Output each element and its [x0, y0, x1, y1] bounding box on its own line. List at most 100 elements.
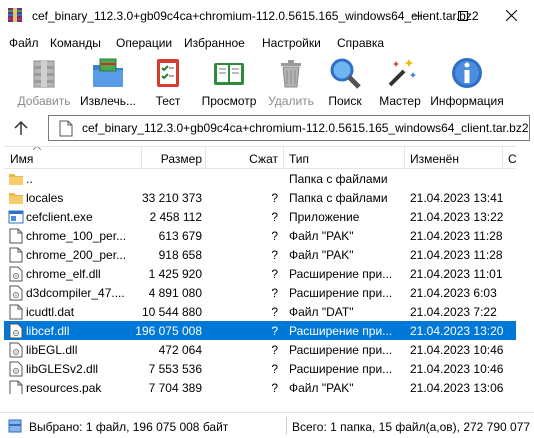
- file-name: chrome_elf.dll: [26, 267, 101, 281]
- maximize-button[interactable]: [440, 0, 486, 31]
- file-row[interactable]: .. Папка с файлами: [4, 169, 516, 188]
- column-modified[interactable]: Изменён: [410, 152, 459, 166]
- file-size: 196 075 008: [135, 324, 202, 338]
- extract-button[interactable]: Извлечь...: [78, 55, 138, 111]
- file-row[interactable]: libcef.dll 196 075 008? Расширение при... 2…: [4, 321, 516, 340]
- file-packed: ?: [271, 248, 278, 262]
- status-selection: Выбрано: 1 файл, 196 075 008 байт: [29, 420, 229, 434]
- file-packed: ?: [271, 381, 278, 394]
- file-packed: ?: [271, 210, 278, 224]
- wizard-button[interactable]: Мастер: [376, 55, 424, 111]
- sort-ascending-icon: [33, 147, 41, 150]
- find-button[interactable]: Поиск: [324, 55, 366, 111]
- file-list[interactable]: Имя Размер Сжат Тип Изменён C .. Папка с …: [4, 146, 516, 394]
- file-row[interactable]: cefclient.exe 2 458 112? Приложение 21.04.2…: [4, 207, 516, 226]
- view-button[interactable]: Просмотр: [198, 55, 260, 111]
- file-modified: 21.04.2023 13:41: [410, 191, 504, 205]
- file-row[interactable]: resources.pak 7 704 389? Файл "PAK" 21.04.2…: [4, 378, 516, 394]
- view-label: Просмотр: [201, 94, 257, 108]
- address-field[interactable]: cef_binary_112.3.0+gb09c4ca+chromium-112…: [48, 115, 530, 141]
- column-separator[interactable]: [404, 147, 405, 169]
- column-separator[interactable]: [141, 147, 142, 169]
- file-size: 472 064: [158, 343, 202, 357]
- file-type: Расширение при...: [289, 324, 393, 338]
- close-icon: [505, 10, 517, 21]
- file-packed: ?: [271, 305, 278, 319]
- status-total: Всего: 1 папка, 15 файл(а,ов), 272 790 0…: [292, 420, 531, 434]
- file-size: 1 425 920: [148, 267, 202, 281]
- file-row[interactable]: d3dcompiler_47.... 4 891 080? Расширение п…: [4, 283, 516, 302]
- file-packed: ?: [271, 324, 278, 338]
- file-modified: 21.04.2023 6:03: [410, 286, 497, 300]
- file-row[interactable]: chrome_200_per... 918 658? Файл "PAK" 21.04…: [4, 245, 516, 264]
- column-crc[interactable]: C: [508, 152, 516, 166]
- file-packed: ?: [271, 267, 278, 281]
- column-type[interactable]: Тип: [289, 152, 309, 166]
- extract-label: Извлечь...: [79, 94, 136, 108]
- file-type: Расширение при...: [289, 343, 393, 357]
- extract-folder-icon: [93, 58, 123, 87]
- menu-commands[interactable]: Команды: [50, 34, 101, 50]
- file-modified: 21.04.2023 11:28: [410, 248, 503, 262]
- view-book-icon: [214, 63, 244, 85]
- menu-bar: Файл Команды Операции Избранное Настройк…: [0, 31, 534, 51]
- archive-add-icon: [33, 60, 55, 88]
- minimize-button[interactable]: [394, 0, 440, 31]
- column-size[interactable]: Размер: [161, 152, 202, 166]
- winrar-app-icon: [8, 8, 22, 22]
- column-name[interactable]: Имя: [10, 152, 33, 166]
- file-name: chrome_200_per...: [26, 248, 127, 262]
- horizontal-scrollbar[interactable]: [4, 394, 516, 411]
- column-separator[interactable]: [205, 147, 206, 169]
- up-arrow-icon[interactable]: [12, 119, 30, 137]
- file-row[interactable]: libGLESv2.dll 7 553 536? Расширение при...…: [4, 359, 516, 378]
- close-button[interactable]: [488, 0, 534, 31]
- file-row[interactable]: chrome_100_per... 613 679? Файл "PAK" 21.04…: [4, 226, 516, 245]
- file-modified: 21.04.2023 10:46: [410, 343, 504, 357]
- menu-operations[interactable]: Операции: [116, 34, 172, 50]
- file-row[interactable]: locales 33 210 373? Папка с файлами 21.04.2…: [4, 188, 516, 207]
- folder-up-icon: [9, 174, 23, 185]
- file-modified: 21.04.2023 11:28: [410, 229, 503, 243]
- file-size: 918 658: [158, 248, 202, 262]
- address-path: cef_binary_112.3.0+gb09c4ca+chromium-112…: [82, 121, 529, 135]
- file-name: libcef.dll: [26, 324, 70, 338]
- column-separator[interactable]: [283, 147, 284, 169]
- file-row[interactable]: chrome_elf.dll 1 425 920? Расширение при..…: [4, 264, 516, 283]
- file-type: Файл "PAK": [289, 381, 354, 394]
- add-button[interactable]: Добавить: [16, 55, 72, 111]
- folder-icon: [9, 193, 23, 204]
- info-button[interactable]: Информация: [428, 55, 506, 111]
- test-button[interactable]: Тест: [146, 55, 190, 111]
- wizard-label: Мастер: [379, 94, 421, 108]
- file-packed: ?: [271, 343, 278, 357]
- file-type: Расширение при...: [289, 362, 393, 376]
- menu-favorites[interactable]: Избранное: [184, 34, 245, 50]
- dll-icon: [9, 342, 23, 358]
- minimize-icon: [412, 15, 422, 16]
- file-type: Файл "PAK": [289, 248, 354, 262]
- column-packed[interactable]: Сжат: [249, 152, 278, 166]
- magic-wand-icon: [388, 59, 416, 87]
- file-row[interactable]: icudtl.dat 10 544 880? Файл "DAT" 21.04.202…: [4, 302, 516, 321]
- file-row[interactable]: libEGL.dll 472 064? Расширение при... 21.04…: [4, 340, 516, 359]
- delete-button[interactable]: Удалить: [266, 55, 316, 111]
- file-type: Приложение: [289, 210, 360, 224]
- menu-settings[interactable]: Настройки: [262, 34, 321, 50]
- menu-help[interactable]: Справка: [337, 34, 384, 50]
- file-modified: 21.04.2023 7:22: [410, 305, 497, 319]
- file-type: Расширение при...: [289, 286, 393, 300]
- vertical-scrollbar[interactable]: [518, 146, 530, 394]
- document-icon: [59, 120, 73, 137]
- status-bar: Выбрано: 1 файл, 196 075 008 байт Всего:…: [0, 412, 534, 438]
- file-packed: ?: [271, 362, 278, 376]
- menu-file[interactable]: Файл: [9, 34, 39, 50]
- info-label: Информация: [430, 94, 504, 108]
- add-label: Добавить: [17, 94, 71, 108]
- file-icon: [9, 304, 23, 320]
- magnifier-icon: [330, 58, 361, 89]
- file-icon: [9, 247, 23, 263]
- file-name: resources.pak: [26, 381, 102, 394]
- find-label: Поиск: [328, 94, 362, 108]
- column-separator[interactable]: [502, 147, 503, 169]
